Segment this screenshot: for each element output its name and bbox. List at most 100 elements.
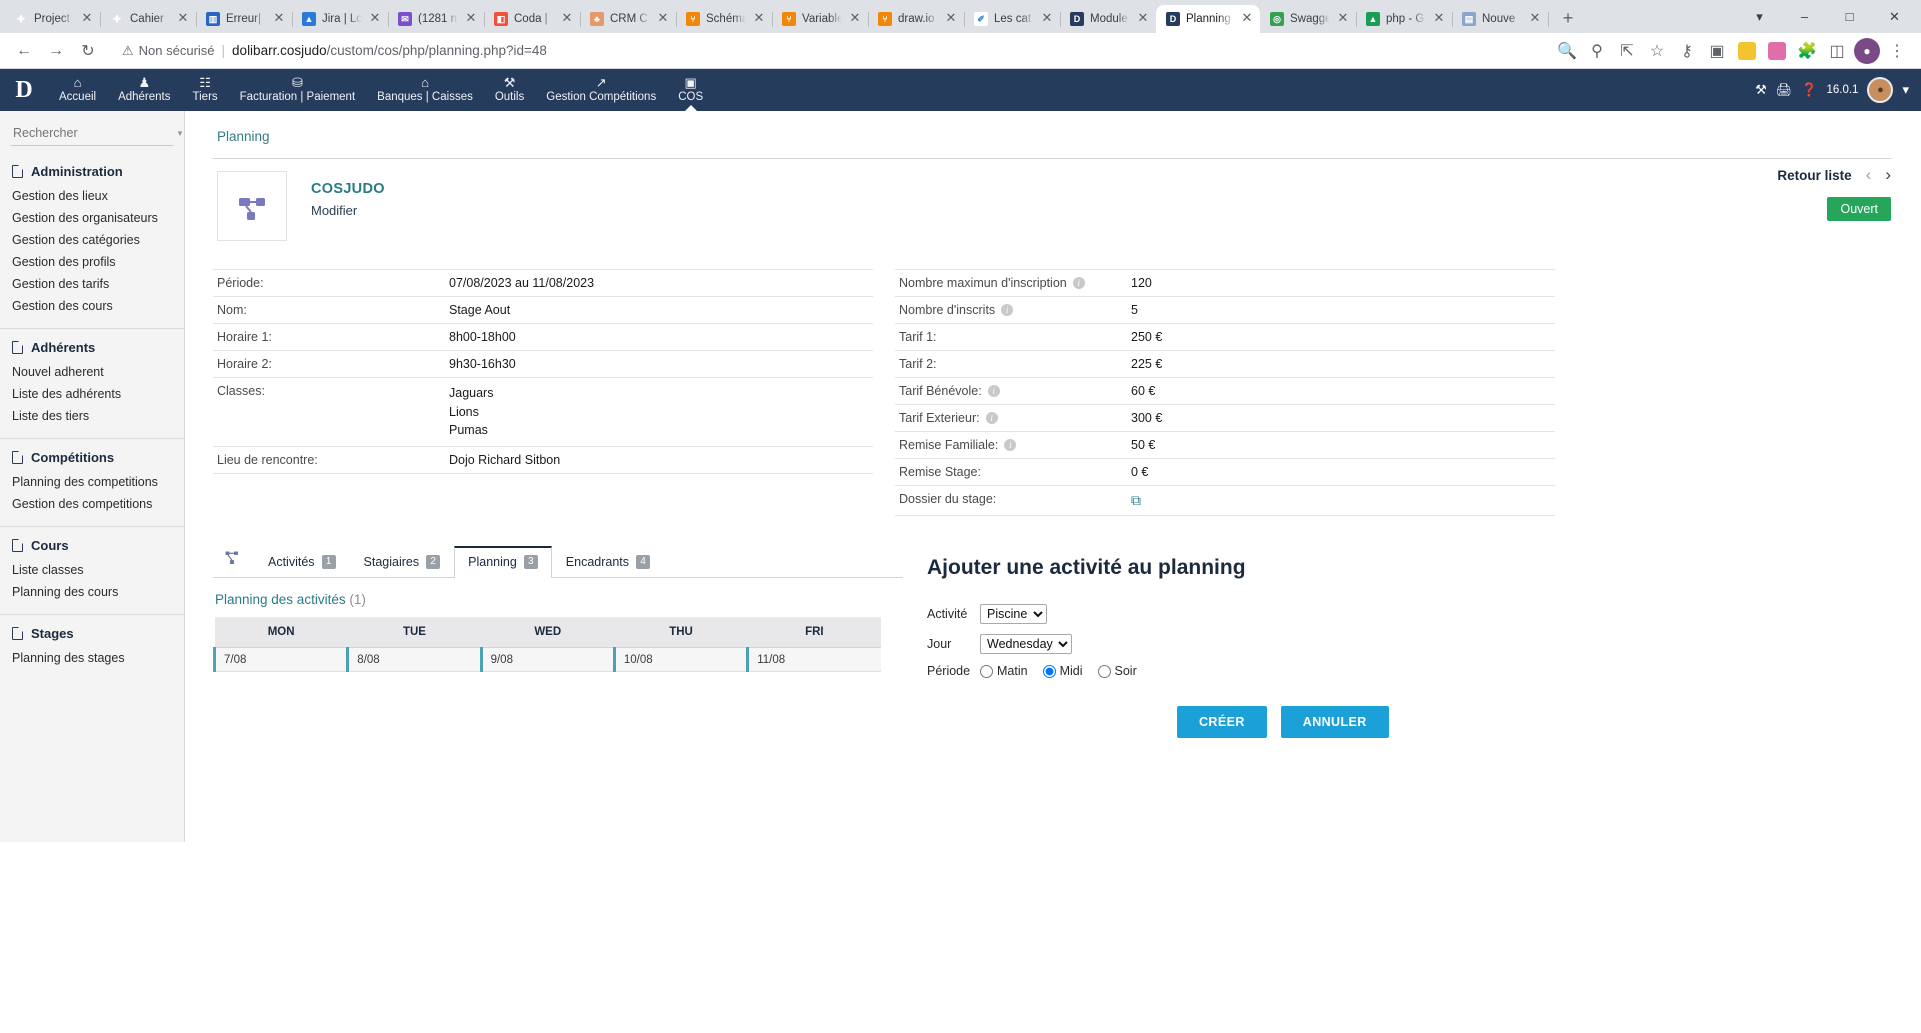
- close-icon[interactable]: ✕: [368, 11, 382, 26]
- app-logo[interactable]: D: [0, 69, 48, 111]
- grammar-icon[interactable]: ▣: [1703, 37, 1731, 65]
- planning-cell[interactable]: 8/08: [346, 647, 482, 672]
- search-icon[interactable]: 🔍: [1553, 37, 1581, 65]
- tab-encadrants[interactable]: Encadrants 4: [552, 547, 664, 577]
- browser-tab[interactable]: ✉ (1281 n ✕: [388, 5, 485, 33]
- share-icon[interactable]: ⇱: [1613, 37, 1641, 65]
- info-icon[interactable]: i: [1072, 277, 1085, 289]
- nav-item-outils[interactable]: ⚒ Outils: [484, 69, 535, 111]
- reload-button[interactable]: ↻: [74, 37, 102, 65]
- close-icon[interactable]: ✕: [656, 11, 670, 26]
- close-icon[interactable]: ✕: [1040, 11, 1054, 26]
- sidebar-item-nouvel-adherent[interactable]: Nouvel adherent: [0, 361, 184, 383]
- close-icon[interactable]: ✕: [944, 11, 958, 26]
- search-box[interactable]: ▼: [11, 123, 184, 146]
- extension-pink-icon[interactable]: [1763, 37, 1791, 65]
- prev-record-button[interactable]: ‹: [1866, 165, 1872, 185]
- sidebar-item-gestion-des-profils[interactable]: Gestion des profils: [0, 251, 184, 273]
- sidepanel-icon[interactable]: ◫: [1823, 37, 1851, 65]
- browser-tab[interactable]: D Module ✕: [1060, 5, 1157, 33]
- period-radio[interactable]: [1042, 664, 1056, 678]
- close-icon[interactable]: ✕: [1432, 11, 1446, 26]
- browser-tab[interactable]: ▤ Nouve ✕: [1452, 5, 1549, 33]
- browser-tab[interactable]: ▲ php - G ✕: [1356, 5, 1453, 33]
- browser-tab[interactable]: ⑂ Schéma ✕: [676, 5, 773, 33]
- period-option-matin[interactable]: Matin: [980, 664, 1028, 678]
- back-button[interactable]: ←: [10, 37, 38, 65]
- browser-tab[interactable]: ✐ Les cat ✕: [964, 5, 1061, 33]
- nav-item-cos[interactable]: ▣ COS: [667, 69, 714, 111]
- next-record-button[interactable]: ›: [1885, 165, 1891, 185]
- period-option-soir[interactable]: Soir: [1097, 664, 1137, 678]
- close-icon[interactable]: ✕: [752, 11, 766, 26]
- browser-tab[interactable]: ▲ Jira | Lo ✕: [292, 5, 389, 33]
- info-icon[interactable]: i: [1001, 304, 1014, 316]
- tab-activités[interactable]: Activités 1: [254, 547, 350, 577]
- info-icon[interactable]: i: [985, 412, 998, 424]
- nav-item-facturation-paiement[interactable]: ⛁ Facturation | Paiement: [229, 69, 367, 111]
- open-external-icon[interactable]: ⧉: [1131, 492, 1141, 508]
- cancel-button[interactable]: ANNULER: [1280, 706, 1389, 738]
- period-radio[interactable]: [1097, 664, 1111, 678]
- nav-item-gestion-comp-titions[interactable]: ↗ Gestion Compétitions: [535, 69, 667, 111]
- planning-cell[interactable]: 11/08: [746, 647, 881, 672]
- sidebar-item-planning-des-cours[interactable]: Planning des cours: [0, 581, 184, 603]
- shield-icon[interactable]: ⚷: [1673, 37, 1701, 65]
- close-icon[interactable]: ✕: [1136, 11, 1150, 26]
- close-icon[interactable]: ✕: [272, 11, 286, 26]
- close-icon[interactable]: ✕: [1528, 11, 1542, 26]
- day-select[interactable]: Wednesday: [980, 634, 1072, 654]
- breadcrumb[interactable]: Planning: [213, 127, 1891, 158]
- window-maximize-button[interactable]: □: [1827, 1, 1872, 33]
- object-title[interactable]: COSJUDO: [311, 181, 385, 197]
- star-icon[interactable]: ☆: [1643, 37, 1671, 65]
- close-icon[interactable]: ✕: [176, 11, 190, 26]
- period-option-midi[interactable]: Midi: [1042, 664, 1083, 678]
- info-icon[interactable]: i: [987, 385, 1000, 397]
- nav-item-adh-rents[interactable]: ♟ Adhérents: [107, 69, 181, 111]
- browser-tab[interactable]: ♣ CRM C ✕: [580, 5, 677, 33]
- sidebar-item-planning-des-stages[interactable]: Planning des stages: [0, 647, 184, 669]
- search-input[interactable]: [11, 125, 176, 141]
- tab-stagiaires[interactable]: Stagiaires 2: [350, 547, 455, 577]
- not-secure-indicator[interactable]: ⚠ Non sécurisé: [122, 43, 215, 59]
- sidebar-item-gestion-des-organisateurs[interactable]: Gestion des organisateurs: [0, 207, 184, 229]
- window-minimize-button[interactable]: –: [1782, 1, 1827, 33]
- planning-cell[interactable]: 10/08: [612, 647, 748, 672]
- help-icon[interactable]: ❓: [1801, 82, 1817, 98]
- sidebar-item-gestion-des-competitions[interactable]: Gestion des competitions: [0, 493, 184, 515]
- forward-button[interactable]: →: [42, 37, 70, 65]
- object-edit-link[interactable]: Modifier: [311, 197, 385, 218]
- sidebar-item-planning-des-competitions[interactable]: Planning des competitions: [0, 471, 184, 493]
- close-icon[interactable]: ✕: [80, 11, 94, 26]
- print-icon[interactable]: 🖨: [1776, 82, 1793, 98]
- sidebar-item-liste-classes[interactable]: Liste classes: [0, 559, 184, 581]
- new-tab-button[interactable]: +: [1554, 5, 1582, 33]
- create-button[interactable]: CRÉER: [1177, 706, 1267, 738]
- user-avatar[interactable]: ●: [1867, 77, 1894, 103]
- browser-tab[interactable]: ⑂ Variable ✕: [772, 5, 869, 33]
- browser-tab[interactable]: ◧ Coda | ✕: [484, 5, 581, 33]
- tab-planning[interactable]: Planning 3: [454, 546, 552, 578]
- sidebar-item-liste-des-tiers[interactable]: Liste des tiers: [0, 405, 184, 427]
- browser-tab[interactable]: ⑂ draw.io ✕: [868, 5, 965, 33]
- sidebar-item-gestion-des-cours[interactable]: Gestion des cours: [0, 295, 184, 317]
- info-icon[interactable]: i: [1004, 439, 1017, 451]
- puzzle-icon[interactable]: 🧩: [1793, 37, 1821, 65]
- window-close-button[interactable]: ✕: [1872, 1, 1917, 33]
- browser-tab[interactable]: D Planning ✕: [1156, 5, 1260, 33]
- profile-avatar[interactable]: ●: [1853, 37, 1881, 65]
- nav-item-tiers[interactable]: ☷ Tiers: [182, 69, 229, 111]
- nav-item-banques-caisses[interactable]: ⌂ Banques | Caisses: [366, 69, 484, 111]
- activity-select[interactable]: Piscine: [980, 604, 1047, 624]
- browser-tab[interactable]: ▥ Erreur| ✕: [196, 5, 293, 33]
- extension-yellow-icon[interactable]: [1733, 37, 1761, 65]
- sidebar-item-gestion-des-lieux[interactable]: Gestion des lieux: [0, 185, 184, 207]
- sidebar-item-gestion-des-tarifs[interactable]: Gestion des tarifs: [0, 273, 184, 295]
- back-to-list-link[interactable]: Retour liste: [1777, 168, 1851, 183]
- close-icon[interactable]: ✕: [560, 11, 574, 26]
- chevron-down-icon[interactable]: ▾: [1902, 82, 1909, 98]
- close-icon[interactable]: ✕: [848, 11, 862, 26]
- browser-tab[interactable]: ◎ Swagge ✕: [1260, 5, 1357, 33]
- address-bar[interactable]: ⚠ Non sécurisé | dolibarr.cosjudo/custom…: [112, 36, 1543, 65]
